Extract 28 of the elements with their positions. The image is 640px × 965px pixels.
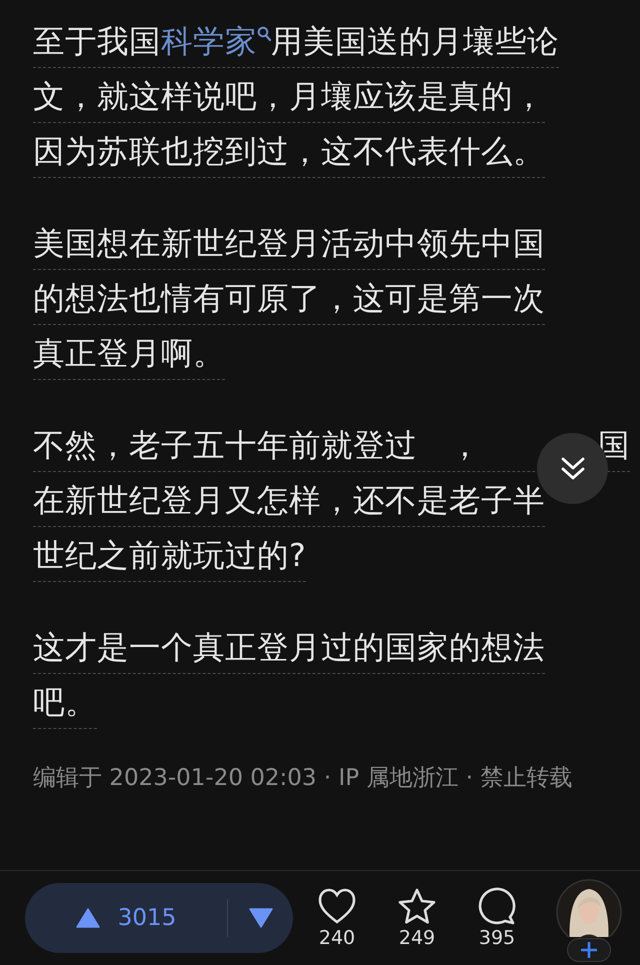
speech-bubble-icon	[477, 887, 517, 927]
body-text: 吧。	[33, 684, 97, 723]
edit-info: 编辑于 2023-01-20 02:03 · IP 属地浙江 · 禁止转载	[33, 764, 574, 793]
like-button[interactable]: 240	[301, 887, 373, 949]
body-text: 这才是一个真正登月过的国家的想法	[33, 629, 545, 668]
up-triangle-icon	[76, 908, 100, 928]
body-text: 的想法也情有可原了，这可是第一次	[33, 280, 545, 319]
comment-button[interactable]: 395	[461, 887, 533, 949]
body-text: 至于我国	[33, 23, 161, 62]
body-text: 文，就这样说吧，月壤应该是真的，	[33, 78, 545, 117]
search-icon	[257, 26, 271, 42]
count: 240	[318, 927, 356, 949]
body-text: 美国想在新世纪登月活动中领先中国	[33, 225, 545, 264]
body-text: 不然，老子五十年前就登过 ，	[33, 427, 481, 466]
body-text: 在新世纪登月又怎样，还不是老子半	[33, 482, 545, 521]
keyword-link[interactable]: 科学家	[161, 20, 271, 64]
favorite-button[interactable]: 249	[381, 887, 453, 949]
upvote-button[interactable]: 3015	[25, 883, 227, 953]
double-chevron-icon	[560, 456, 584, 482]
body-text: 用美国送的月壤些论	[271, 23, 559, 62]
down-triangle-icon	[248, 908, 272, 928]
count: 395	[478, 927, 516, 949]
plus-icon	[581, 942, 597, 958]
body-text: 因为苏联也挖到过，这不代表什么。	[33, 133, 545, 172]
body-text: 真正登月啊。	[33, 335, 225, 374]
body-text: 世纪之前就玩过的?	[33, 537, 306, 576]
follow-button[interactable]	[567, 938, 611, 962]
count: 249	[398, 927, 436, 949]
